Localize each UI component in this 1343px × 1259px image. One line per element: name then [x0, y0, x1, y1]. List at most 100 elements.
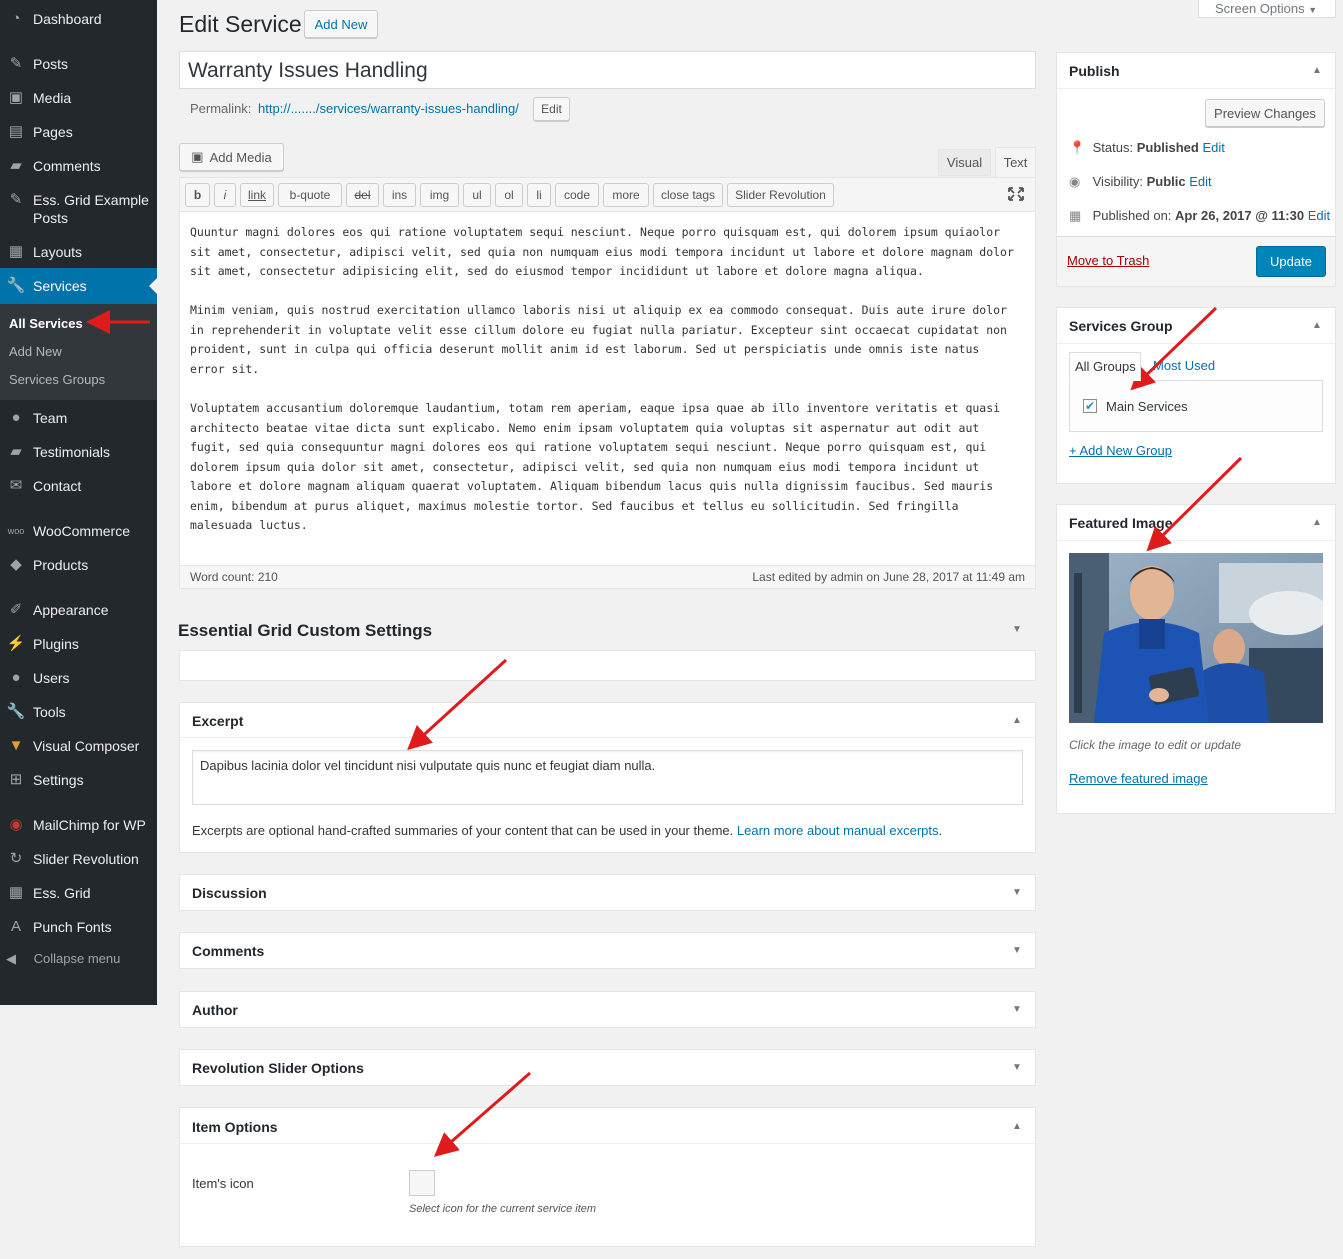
calendar-icon: ▦	[1069, 208, 1082, 223]
visibility-edit-link[interactable]: Edit	[1189, 174, 1211, 189]
qt-ins[interactable]: ins	[383, 183, 416, 207]
featured-image[interactable]	[1069, 553, 1323, 723]
services-group-title[interactable]: Services Group	[1069, 318, 1173, 334]
editor-line: malesuada luctus.	[190, 518, 308, 532]
toggle-arrow-icon[interactable]: ▼	[1012, 624, 1022, 635]
post-title-input[interactable]: Warranty Issues Handling	[179, 51, 1036, 89]
toggle-arrow-icon[interactable]: ▲	[1312, 517, 1322, 528]
qt-code[interactable]: code	[555, 183, 599, 207]
settings-icon: ⊞	[9, 771, 23, 788]
editor-line: sit amet, consectetur adipisicing elit, …	[190, 264, 924, 278]
add-media-button[interactable]: ▣ Add Media	[179, 143, 284, 171]
update-button[interactable]: Update	[1256, 246, 1326, 277]
fullscreen-icon[interactable]	[1007, 186, 1025, 202]
add-new-button[interactable]: Add New	[304, 10, 378, 38]
discussion-box[interactable]	[179, 874, 1036, 911]
last-edited: Last edited by admin on June 28, 2017 at…	[752, 570, 1025, 584]
editor-line: enim, bibendum at purus aliquet, maximus…	[190, 498, 959, 513]
tab-visual[interactable]: Visual	[938, 149, 991, 176]
qt-slider-revolution[interactable]: Slider Revolution	[727, 183, 834, 207]
author-box[interactable]	[179, 991, 1036, 1028]
collapse-icon: ◀	[6, 951, 16, 966]
date-edit-link[interactable]: Edit	[1308, 208, 1330, 223]
qt-del[interactable]: del	[346, 183, 379, 207]
tab-most-used[interactable]: Most Used	[1153, 358, 1215, 373]
toggle-arrow-icon[interactable]: ▲	[1012, 715, 1022, 726]
group-label-main-services: Main Services	[1106, 399, 1188, 414]
submenu-services-groups[interactable]: Services Groups	[9, 372, 105, 387]
featured-image-title[interactable]: Featured Image	[1069, 515, 1172, 531]
layouts-icon: ▦	[8, 243, 24, 260]
excerpt-textarea[interactable]: Dapibus lacinia dolor vel tincidunt nisi…	[192, 750, 1023, 805]
toggle-arrow-icon[interactable]: ▲	[1312, 65, 1322, 76]
toggle-arrow-icon[interactable]: ▼	[1012, 1004, 1022, 1015]
tab-text[interactable]: Text	[995, 147, 1036, 178]
excerpt-learn-more-link[interactable]: Learn more about manual excerpts	[737, 823, 939, 838]
editor-line: architecto beatae vitae dicta sunt expli…	[190, 420, 980, 435]
toggle-arrow-icon[interactable]: ▼	[1012, 945, 1022, 956]
woo-icon: woo	[7, 526, 25, 536]
move-to-trash-link[interactable]: Move to Trash	[1067, 253, 1149, 268]
editor-line: Quuntur magni dolores eos qui ratione vo…	[190, 225, 1001, 239]
qt-li[interactable]: li	[527, 183, 551, 207]
qt-link[interactable]: link	[240, 183, 274, 207]
screen-options-button[interactable]: Screen Options ▼	[1198, 0, 1336, 18]
permalink: Permalink: http://......./services/warra…	[190, 101, 519, 116]
editor-line: fugit, sed quia consequuntur magni dolor…	[190, 440, 987, 454]
font-icon: A	[10, 918, 21, 935]
pin-icon: 📍	[1069, 140, 1086, 155]
word-count: Word count: 210	[190, 570, 278, 584]
publish-visibility: ◉ Visibility: Public Edit	[1069, 174, 1212, 189]
publish-title[interactable]: Publish	[1069, 63, 1120, 79]
editor-line: sit amet, consectetur, adipisci velit, s…	[190, 244, 1014, 259]
admin-sidebar: ◔ Dashboard ✎ Posts ▣ Media ▤ Pages ▰ Comment…	[0, 0, 157, 1005]
permalink-link[interactable]: http://......./services/warranty-issues-…	[258, 101, 519, 116]
remove-featured-image-link[interactable]: Remove featured image	[1069, 771, 1208, 786]
refresh-icon: ↻	[9, 850, 23, 867]
collapse-menu[interactable]: ◀ Collapse menu	[6, 951, 120, 967]
author-title: Author	[192, 1002, 238, 1018]
grid-icon: ▦	[8, 884, 24, 901]
group-checkbox-main-services[interactable]: ✔	[1083, 399, 1097, 413]
toggle-arrow-icon[interactable]: ▲	[1312, 320, 1322, 331]
media-icon: ▣	[191, 149, 204, 164]
qt-b[interactable]: b	[185, 183, 210, 207]
revolution-title: Revolution Slider Options	[192, 1060, 364, 1076]
qt-close-tags[interactable]: close tags	[653, 183, 723, 207]
qt-more[interactable]: more	[603, 183, 649, 207]
comments-box[interactable]	[179, 932, 1036, 969]
qt-ul[interactable]: ul	[463, 183, 491, 207]
comments-title: Comments	[192, 943, 265, 959]
status-edit-link[interactable]: Edit	[1202, 140, 1224, 155]
item-icon-selector[interactable]	[409, 1170, 435, 1196]
essential-grid-title[interactable]: Essential Grid Custom Settings	[178, 621, 432, 641]
tab-all-groups[interactable]: All Groups	[1069, 352, 1141, 381]
page-title: Edit Service	[179, 11, 302, 37]
editor-line: proident, sunt in culpa qui officia dese…	[190, 342, 980, 356]
services-group-divider	[1057, 343, 1335, 344]
item-options-box	[179, 1107, 1036, 1247]
qt-ol[interactable]: ol	[495, 183, 523, 207]
item-options-title[interactable]: Item Options	[192, 1119, 278, 1135]
excerpt-title[interactable]: Excerpt	[192, 713, 243, 729]
qt-b-quote[interactable]: b-quote	[278, 183, 342, 207]
editor-line: error sit.	[190, 361, 260, 376]
submenu-all-services[interactable]: All Services	[9, 316, 83, 331]
submenu-add-new[interactable]: Add New	[9, 344, 62, 359]
qt-img[interactable]: img	[420, 183, 459, 207]
toggle-arrow-icon[interactable]: ▲	[1012, 1121, 1022, 1132]
essential-grid-box	[179, 650, 1036, 681]
mail-icon: ✉	[9, 477, 23, 494]
item-icon-label: Item's icon	[192, 1176, 254, 1191]
comment-icon: ▰	[10, 443, 22, 460]
dashboard-icon: ◔	[11, 10, 21, 27]
featured-image-caption: Click the image to edit or update	[1069, 738, 1242, 752]
add-new-group-link[interactable]: + Add New Group	[1069, 443, 1172, 458]
toggle-arrow-icon[interactable]: ▼	[1012, 887, 1022, 898]
permalink-edit-button[interactable]: Edit	[533, 97, 570, 121]
brush-icon: ✐	[9, 601, 23, 618]
menu-services[interactable]: 🔧 Services	[0, 268, 157, 304]
qt-i[interactable]: i	[214, 183, 236, 207]
preview-changes-button[interactable]: Preview Changes	[1205, 99, 1325, 127]
toggle-arrow-icon[interactable]: ▼	[1012, 1062, 1022, 1073]
